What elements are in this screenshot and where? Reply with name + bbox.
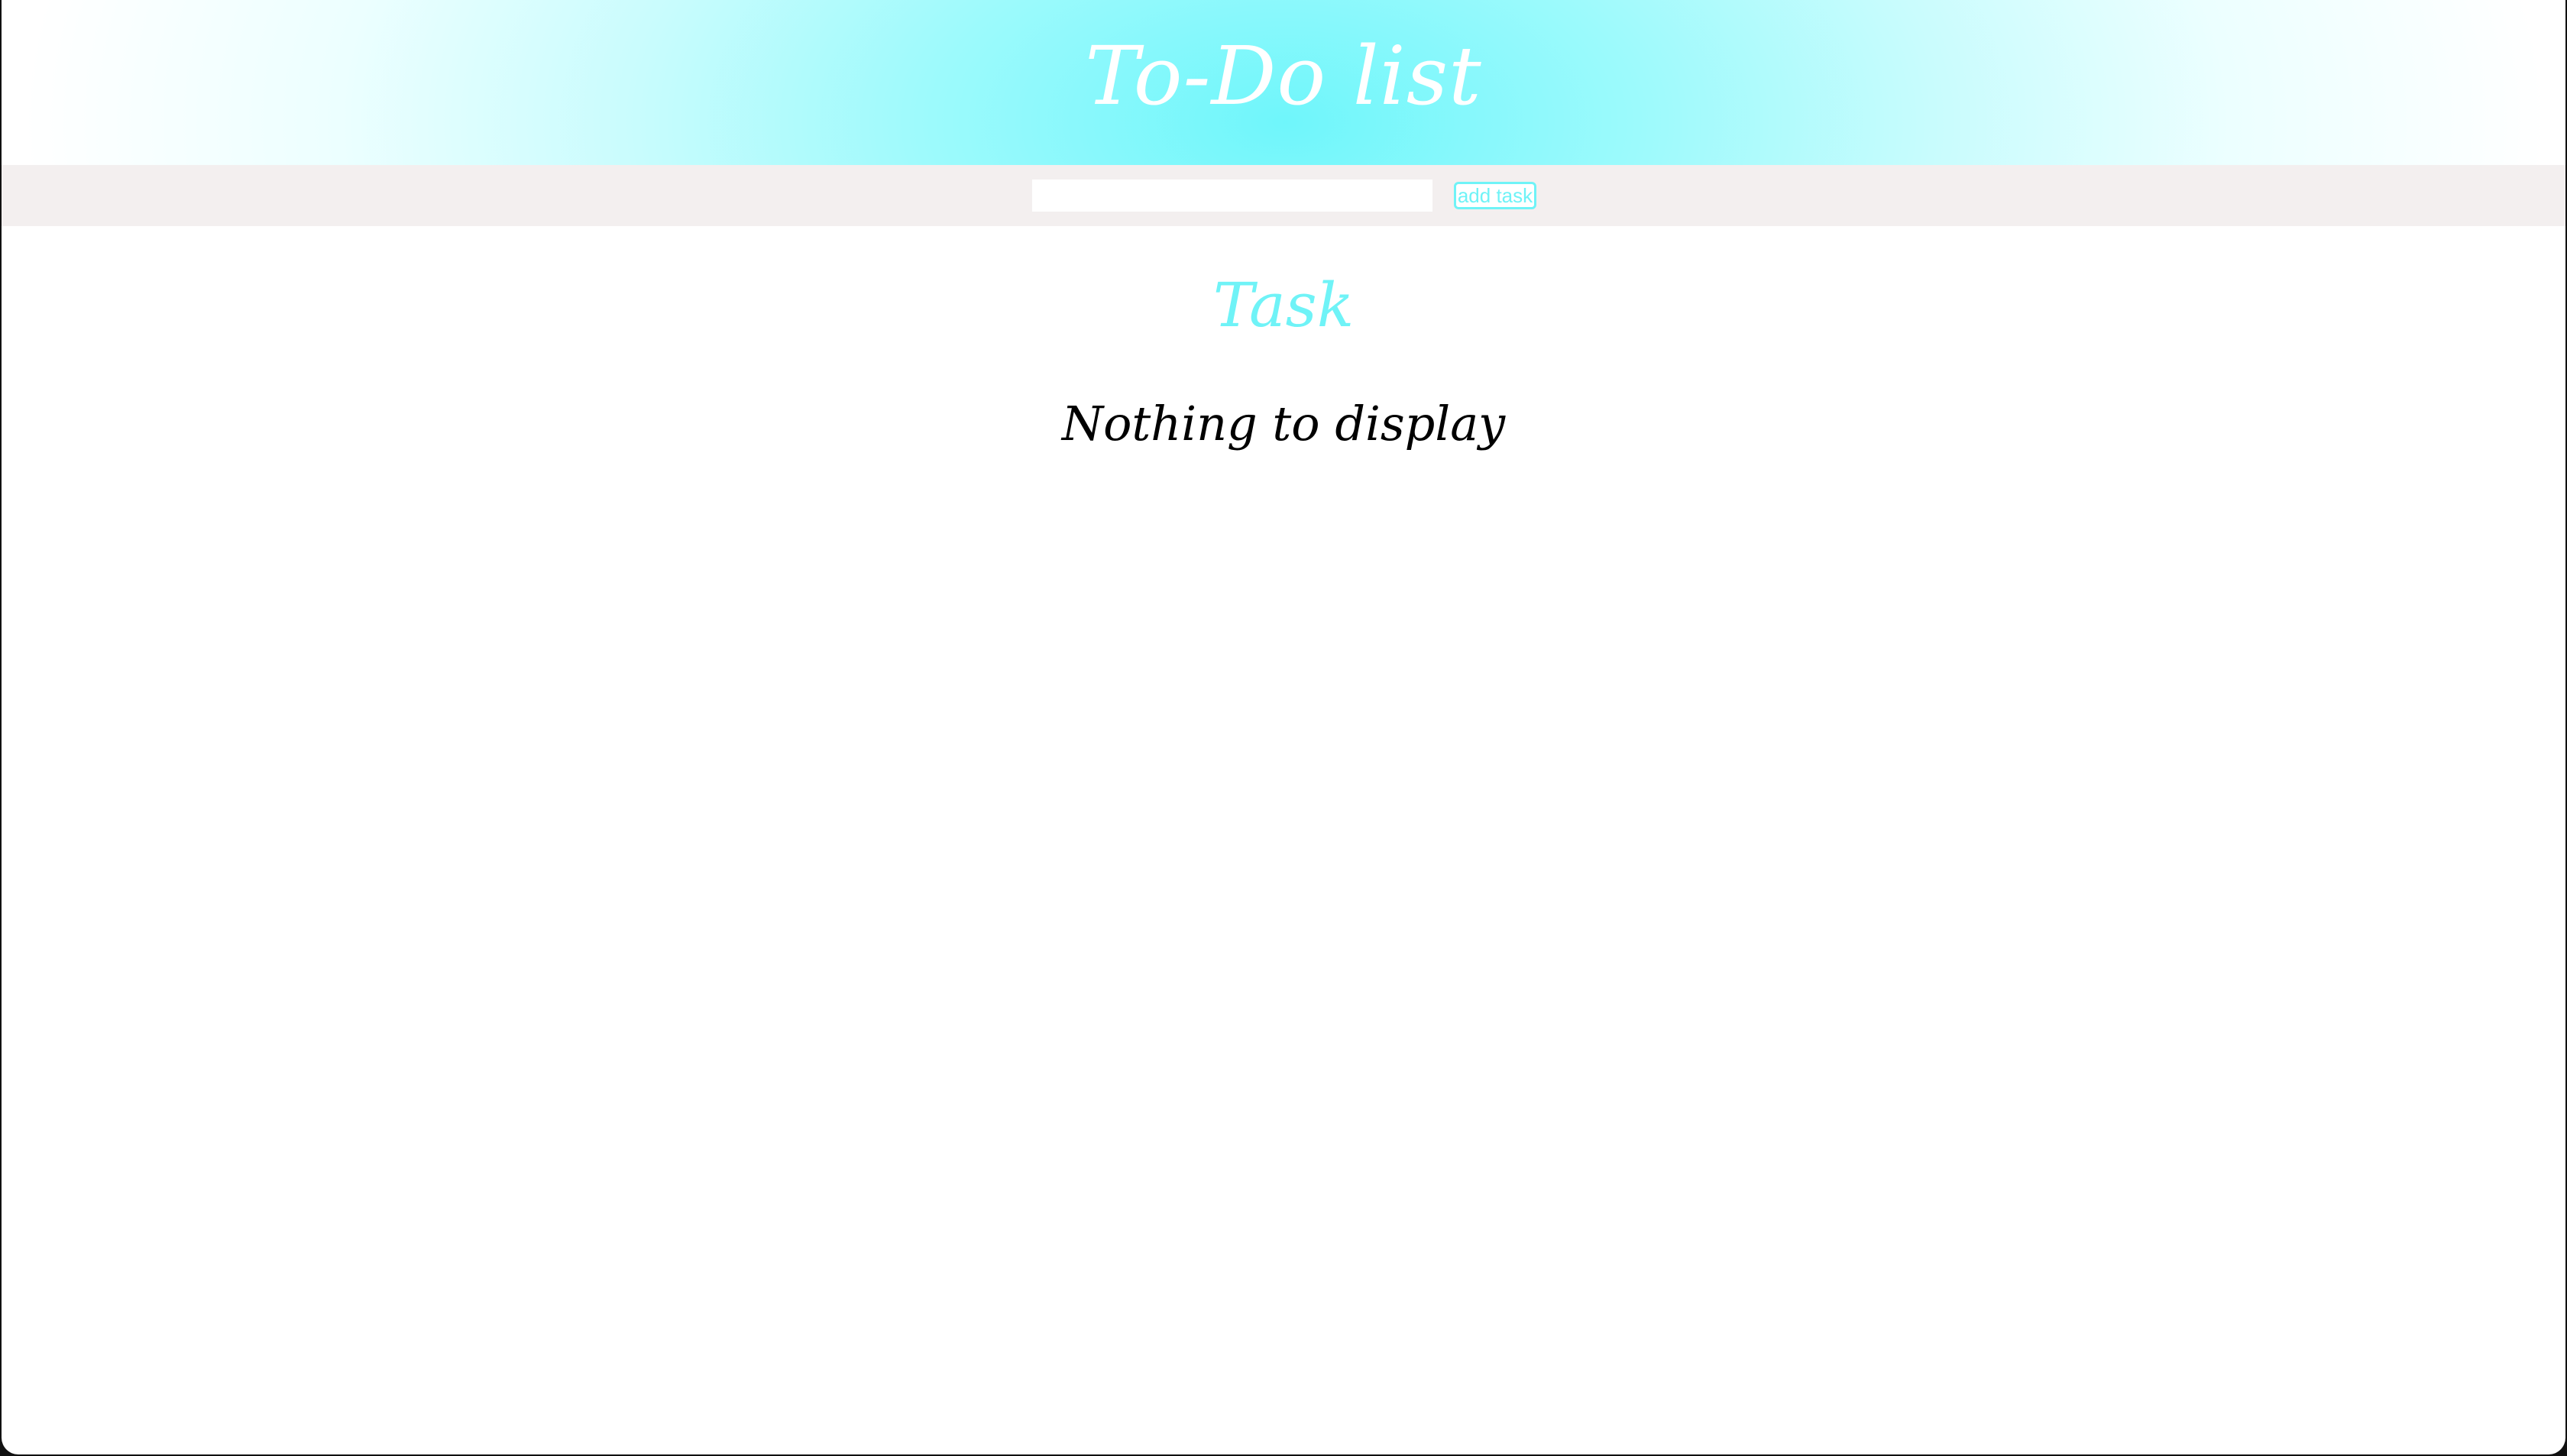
- todo-page: To-Do list add task Task Nothing to disp…: [2, 0, 2565, 1454]
- task-heading: Task: [1212, 270, 1355, 341]
- add-task-button[interactable]: add task: [1454, 182, 1536, 209]
- app-header: To-Do list: [2, 0, 2565, 165]
- add-task-bar: add task: [2, 165, 2565, 226]
- empty-state-message: Nothing to display: [1061, 396, 1506, 451]
- task-input[interactable]: [1032, 180, 1432, 212]
- app-title: To-Do list: [1085, 29, 1482, 123]
- browser-viewport: To-Do list add task Task Nothing to disp…: [0, 0, 2567, 1456]
